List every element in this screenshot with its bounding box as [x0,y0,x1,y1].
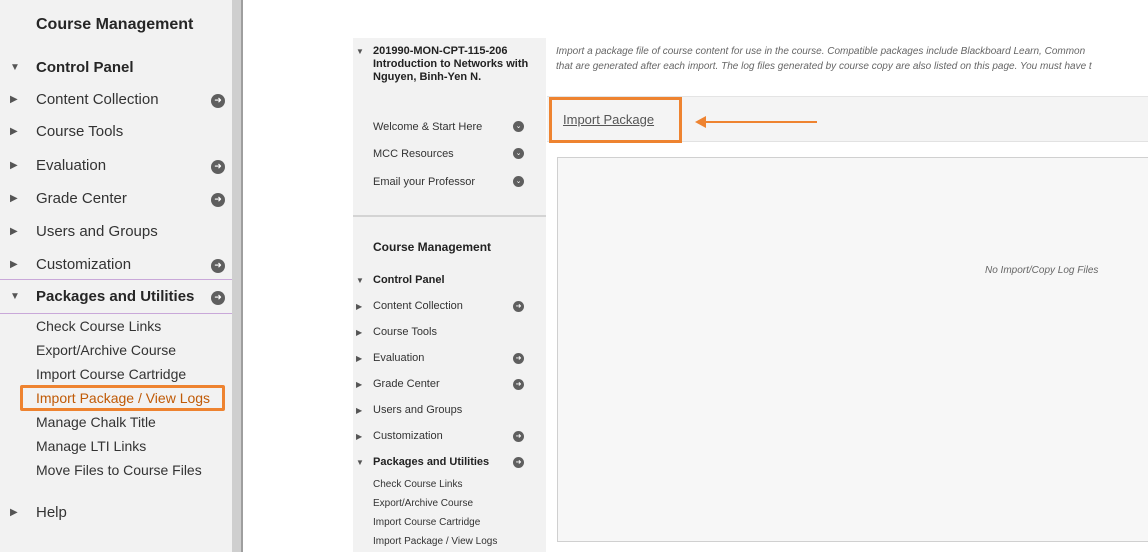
inner-nav-evaluation[interactable]: Evaluation [373,352,424,364]
nav-item-content-collection[interactable]: ▶ Content Collection ➜ [0,84,232,117]
control-panel-label: Control Panel [36,59,134,76]
arrow-circle-icon[interactable]: ➜ [211,259,225,273]
sub-item-move-files[interactable]: Move Files to Course Files [36,462,202,478]
inner-nav-packages-and-utilities[interactable]: Packages and Utilities [373,456,489,468]
triangle-right-icon: ▶ [10,226,18,237]
arrow-circle-icon[interactable]: ➜ [211,193,225,207]
nav-item-evaluation[interactable]: ▶ Evaluation ➜ [0,150,232,183]
sub-item-import-course-cartridge[interactable]: Import Course Cartridge [36,366,186,382]
arrow-circle-icon[interactable]: ➜ [211,94,225,108]
control-panel-header[interactable]: ▼ Control Panel [0,52,232,85]
triangle-right-icon: ▶ [10,160,18,171]
triangle-right-icon: ▶ [356,380,363,389]
chevron-down-circle-icon[interactable]: ⌄ [513,176,524,187]
left-panel-scrollbar-edge [241,0,243,552]
nav-item-label: Help [36,504,67,521]
menu-item-welcome[interactable]: Welcome & Start Here [373,121,482,133]
inner-nav-customization[interactable]: Customization [373,430,443,442]
nav-item-label: Packages and Utilities [36,288,195,305]
triangle-right-icon: ▶ [356,302,363,311]
triangle-right-icon: ▶ [356,328,363,337]
triangle-right-icon: ▶ [356,354,363,363]
triangle-right-icon: ▶ [10,259,18,270]
chevron-down-circle-icon[interactable]: ⌄ [513,121,524,132]
arrow-circle-icon[interactable]: ➜ [513,353,524,364]
triangle-down-icon: ▼ [356,47,364,56]
inner-sub-export-archive[interactable]: Export/Archive Course [373,498,473,509]
arrow-circle-icon[interactable]: ➜ [513,457,524,468]
no-logs-message: No Import/Copy Log Files [985,265,1099,276]
nav-item-course-tools[interactable]: ▶ Course Tools [0,116,232,149]
sub-item-import-package-view-logs[interactable]: Import Package / View Logs [36,390,210,406]
inner-nav-grade-center[interactable]: Grade Center [373,378,440,390]
arrow-circle-icon[interactable]: ➜ [513,431,524,442]
nav-item-users-and-groups[interactable]: ▶ Users and Groups [0,216,232,249]
triangle-down-icon: ▼ [356,276,364,285]
nav-item-label: Content Collection [36,91,159,108]
inner-nav-users-and-groups[interactable]: Users and Groups [373,404,462,416]
sub-item-export-archive-course[interactable]: Export/Archive Course [36,342,176,358]
sidebar-divider [353,215,546,217]
inner-control-panel-label[interactable]: Control Panel [373,274,445,286]
sub-item-check-course-links[interactable]: Check Course Links [36,318,161,334]
inner-sub-import-package[interactable]: Import Package / View Logs [373,536,497,547]
arrow-line [704,121,817,123]
inner-nav-content-collection[interactable]: Content Collection [373,300,463,312]
arrow-circle-icon[interactable]: ➜ [513,301,524,312]
sub-item-manage-chalk-title[interactable]: Manage Chalk Title [36,414,156,430]
triangle-down-icon: ▼ [10,291,20,302]
inner-sub-import-cartridge[interactable]: Import Course Cartridge [373,517,480,528]
triangle-down-icon: ▼ [10,62,20,73]
section-divider [0,279,232,280]
nav-item-help[interactable]: ▶ Help [0,497,232,530]
menu-item-mcc-resources[interactable]: MCC Resources [373,148,454,160]
nav-item-label: Evaluation [36,157,107,174]
triangle-right-icon: ▶ [10,94,18,105]
nav-item-grade-center[interactable]: ▶ Grade Center ➜ [0,183,232,216]
arrow-circle-icon[interactable]: ➜ [211,160,225,174]
inner-sub-check-course-links[interactable]: Check Course Links [373,479,462,490]
arrow-circle-icon[interactable]: ➜ [513,379,524,390]
triangle-right-icon: ▶ [10,126,18,137]
left-panel-scrollbar[interactable] [232,0,241,552]
menu-item-email-professor[interactable]: Email your Professor [373,176,475,188]
triangle-right-icon: ▶ [10,507,18,518]
arrow-circle-icon[interactable]: ➜ [211,291,225,305]
nav-item-label: Course Tools [36,123,124,140]
import-description: Import a package file of course content … [556,44,1148,74]
nav-item-label: Users and Groups [36,223,158,240]
chevron-down-circle-icon[interactable]: ⌄ [513,148,524,159]
triangle-down-icon: ▼ [356,458,364,467]
course-management-title: Course Management [36,16,194,33]
description-line: Import a package file of course content … [556,46,1086,57]
nav-item-label: Customization [36,256,132,273]
sub-item-manage-lti-links[interactable]: Manage LTI Links [36,438,146,454]
nav-item-label: Grade Center [36,190,127,207]
section-divider [0,313,232,314]
nav-item-customization[interactable]: ▶ Customization ➜ [0,249,232,282]
inner-nav-course-tools[interactable]: Course Tools [373,326,437,338]
triangle-right-icon: ▶ [10,193,18,204]
triangle-right-icon: ▶ [356,406,363,415]
course-title[interactable]: 201990-MON-CPT-115-206 Introduction to N… [373,45,543,84]
import-package-link[interactable]: Import Package [563,112,654,127]
inner-course-management-title: Course Management [373,240,492,254]
log-files-area [557,157,1148,542]
nav-item-packages-and-utilities[interactable]: ▼ Packages and Utilities ➜ [0,281,232,314]
course-sidebar [353,38,546,552]
description-line: that are generated after each import. Th… [556,61,1092,72]
triangle-right-icon: ▶ [356,432,363,441]
